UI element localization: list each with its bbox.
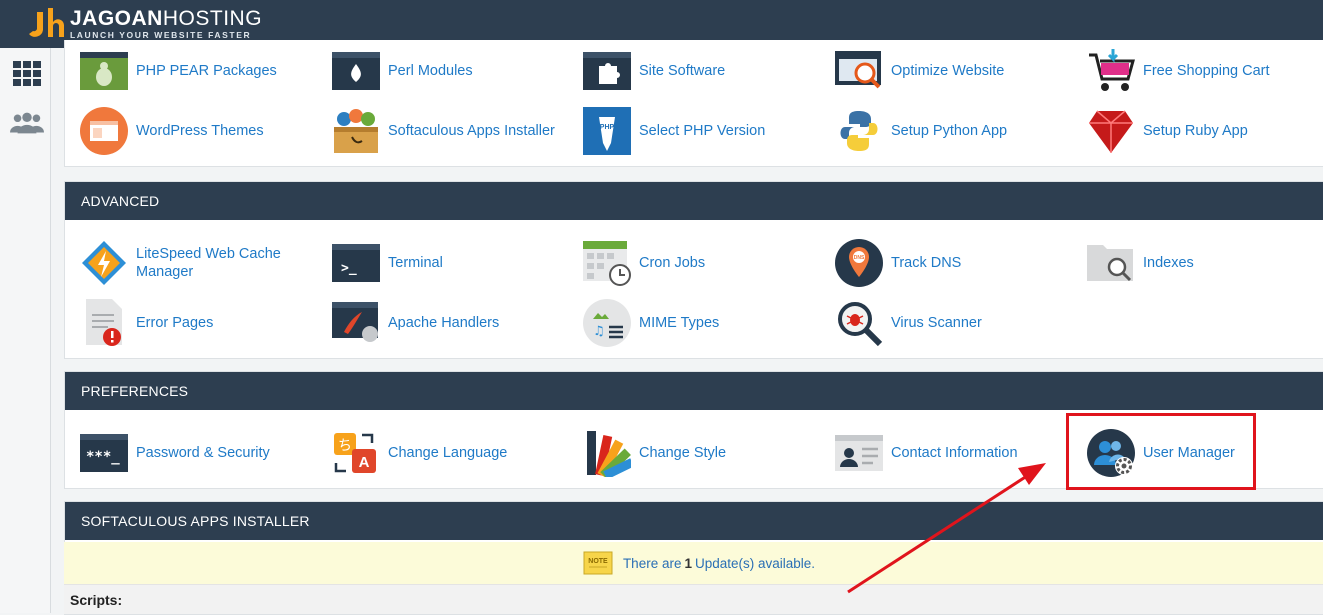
php-version-icon: PHP xyxy=(582,106,632,156)
mime-types-label: MIME Types xyxy=(639,315,720,331)
brand-tagline: LAUNCH YOUR WEBSITE FASTER xyxy=(70,30,252,40)
brand-name-thin: HOSTING xyxy=(162,7,263,30)
perl-modules-link[interactable]: Perl Modules xyxy=(331,46,558,96)
language-icon: ちA xyxy=(331,428,381,478)
perl-modules-label: Perl Modules xyxy=(388,63,473,79)
error-pages-label: Error Pages xyxy=(136,315,214,331)
preferences-heading[interactable]: PREFERENCES xyxy=(65,372,1323,410)
notice-prefix: There are xyxy=(622,555,682,571)
cron-jobs-link[interactable]: Cron Jobs xyxy=(582,238,809,288)
setup-ruby-app-link[interactable]: Setup Ruby App xyxy=(1086,106,1313,156)
virus-scanner-icon xyxy=(834,298,884,348)
logo-mark-icon xyxy=(28,6,68,42)
litespeed-icon xyxy=(79,238,129,288)
cron-jobs-label: Cron Jobs xyxy=(639,255,706,271)
puzzle-icon xyxy=(582,46,632,96)
svg-text:DNS: DNS xyxy=(854,255,865,261)
wordpress-themes-label: WordPress Themes xyxy=(136,123,264,139)
contact-information-label: Contact Information xyxy=(891,445,1018,461)
shopping-cart-icon xyxy=(1086,46,1136,96)
python-icon xyxy=(834,106,884,156)
change-language-label: Change Language xyxy=(388,445,508,461)
left-sidebar xyxy=(0,48,51,613)
indexes-label: Indexes xyxy=(1143,255,1194,271)
password-security-label: Password & Security xyxy=(136,445,270,461)
svg-text:ち: ち xyxy=(338,438,352,454)
brand-name-bold: JAGOAN xyxy=(70,7,163,30)
softaculous-apps-installer-label: Softaculous Apps Installer xyxy=(388,123,555,139)
wordpress-themes-icon xyxy=(79,106,129,156)
svg-text:***_: ***_ xyxy=(86,449,120,465)
perl-onion-icon xyxy=(331,46,381,96)
ruby-icon xyxy=(1086,106,1136,156)
style-swatch-icon xyxy=(582,428,632,478)
free-shopping-cart-link[interactable]: Free Shopping Cart xyxy=(1086,46,1313,96)
svg-text:PHP: PHP xyxy=(600,124,615,131)
terminal-link[interactable]: >_ Terminal xyxy=(331,238,558,288)
wordpress-themes-link[interactable]: WordPress Themes xyxy=(79,106,306,156)
php-pear-icon xyxy=(79,46,129,96)
litespeed-cache-link[interactable]: LiteSpeed Web Cache Manager xyxy=(79,238,306,288)
contact-card-icon xyxy=(834,428,884,478)
optimize-icon xyxy=(834,46,884,96)
site-software-link[interactable]: Site Software xyxy=(582,46,809,96)
scripts-label: Scripts: xyxy=(64,584,1323,614)
update-count: 1 xyxy=(684,555,692,571)
advanced-heading[interactable]: ADVANCED xyxy=(65,182,1323,220)
software-panel: PHP PEAR Packages Perl Modules Site Soft… xyxy=(64,40,1323,167)
litespeed-cache-label: LiteSpeed Web Cache Manager xyxy=(136,246,281,280)
virus-scanner-label: Virus Scanner xyxy=(891,315,982,331)
contact-information-link[interactable]: Contact Information xyxy=(834,428,1061,478)
softaculous-apps-installer-link[interactable]: Softaculous Apps Installer xyxy=(331,106,558,156)
optimize-website-link[interactable]: Optimize Website xyxy=(834,46,1061,96)
svg-text:A: A xyxy=(359,454,370,471)
softaculous-box-icon xyxy=(331,106,381,156)
cron-calendar-icon xyxy=(582,238,632,288)
free-shopping-cart-label: Free Shopping Cart xyxy=(1143,63,1270,79)
optimize-website-label: Optimize Website xyxy=(891,63,1005,79)
select-php-version-label: Select PHP Version xyxy=(639,123,766,139)
select-php-version-link[interactable]: PHP Select PHP Version xyxy=(582,106,809,156)
error-pages-link[interactable]: Error Pages xyxy=(79,298,306,348)
apache-handlers-label: Apache Handlers xyxy=(388,315,500,331)
grid-icon[interactable] xyxy=(10,58,44,88)
svg-text:NOTE: NOTE xyxy=(588,558,608,565)
svg-text:♫: ♫ xyxy=(593,324,605,339)
error-page-icon xyxy=(79,298,129,348)
softaculous-heading[interactable]: SOFTACULOUS APPS INSTALLER xyxy=(65,502,1323,540)
password-security-link[interactable]: ***_ Password & Security xyxy=(79,428,306,478)
dns-pin-icon: DNS xyxy=(834,238,884,288)
change-style-label: Change Style xyxy=(639,445,727,461)
indexes-link[interactable]: Indexes xyxy=(1086,238,1313,288)
track-dns-label: Track DNS xyxy=(891,255,962,271)
indexes-folder-icon xyxy=(1086,238,1136,288)
terminal-label: Terminal xyxy=(388,255,443,271)
advanced-panel: ADVANCED LiteSpeed Web Cache Manager >_ … xyxy=(64,181,1323,359)
php-pear-packages-label: PHP PEAR Packages xyxy=(136,63,277,79)
setup-python-app-link[interactable]: Setup Python App xyxy=(834,106,1061,156)
mime-types-link[interactable]: ♫ MIME Types xyxy=(582,298,809,348)
svg-text:>_: >_ xyxy=(341,261,357,276)
user-manager-highlight-box xyxy=(1066,413,1256,490)
track-dns-link[interactable]: DNS Track DNS xyxy=(834,238,1061,288)
notice-suffix: Update(s) available. xyxy=(694,555,816,571)
users-icon[interactable] xyxy=(10,108,44,138)
note-icon: NOTE xyxy=(583,550,613,576)
setup-ruby-app-label: Setup Ruby App xyxy=(1143,123,1248,139)
update-notice: NOTE There are 1 Update(s) available. xyxy=(64,542,1323,584)
virus-scanner-link[interactable]: Virus Scanner xyxy=(834,298,1061,348)
apache-handlers-icon xyxy=(331,298,381,348)
apache-handlers-link[interactable]: Apache Handlers xyxy=(331,298,558,348)
brand-logo[interactable]: JAGOANHOSTING LAUNCH YOUR WEBSITE FASTER xyxy=(28,6,262,42)
password-icon: ***_ xyxy=(79,428,129,478)
site-software-label: Site Software xyxy=(639,63,726,79)
terminal-icon: >_ xyxy=(331,238,381,288)
setup-python-app-label: Setup Python App xyxy=(891,123,1008,139)
change-language-link[interactable]: ちA Change Language xyxy=(331,428,558,478)
mime-types-icon: ♫ xyxy=(582,298,632,348)
php-pear-packages-link[interactable]: PHP PEAR Packages xyxy=(79,46,306,96)
change-style-link[interactable]: Change Style xyxy=(582,428,809,478)
